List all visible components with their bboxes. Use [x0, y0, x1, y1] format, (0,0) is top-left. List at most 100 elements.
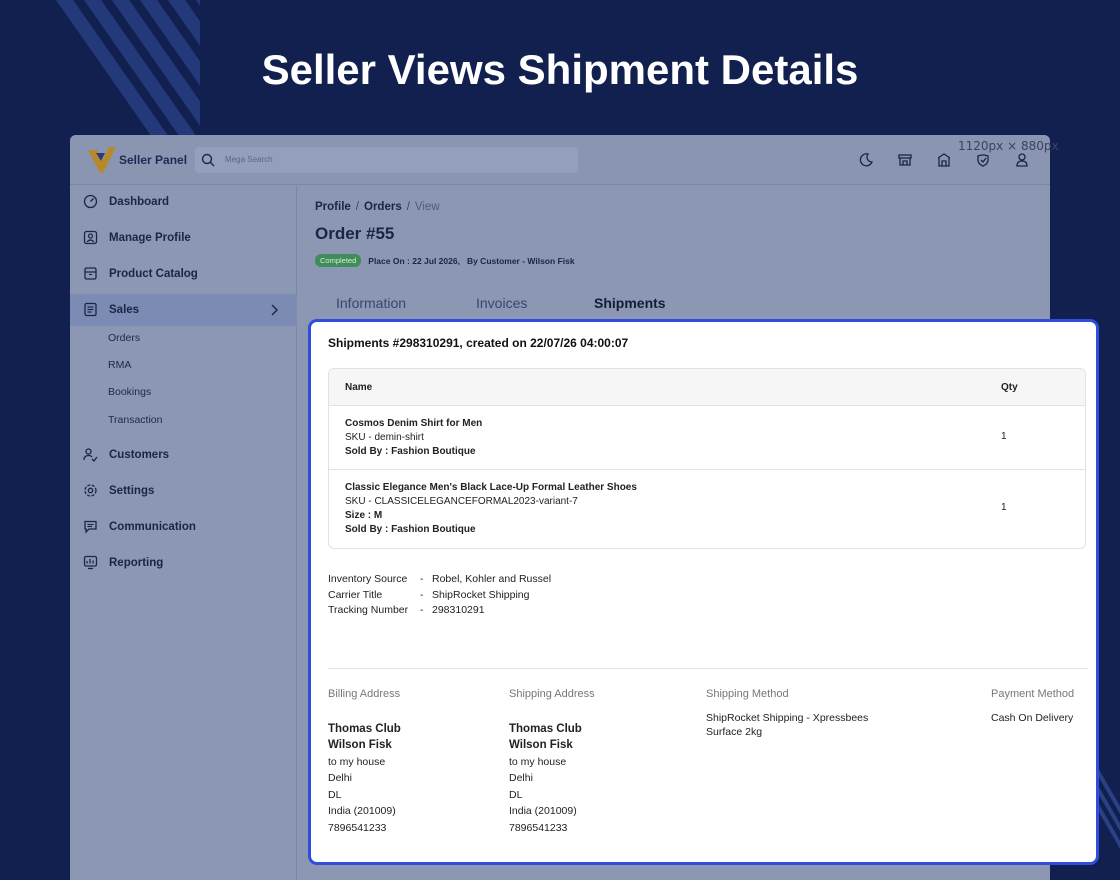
dimension-label: 1120px × 880px — [958, 139, 1059, 153]
tracking-number-row: Tracking Number -298310291 — [328, 604, 485, 616]
payment-method-value: Cash On Delivery — [991, 711, 1074, 724]
shipping-line: DL — [509, 788, 523, 801]
item-details: Cosmos Denim Shirt for Men SKU - demin-s… — [345, 417, 482, 459]
moon-icon[interactable] — [858, 152, 874, 168]
page-title: Seller Views Shipment Details — [261, 46, 859, 93]
item-qty: 1 — [1001, 431, 1007, 442]
breadcrumb-orders[interactable]: Orders — [364, 201, 402, 213]
billing-line: 7896541233 — [328, 821, 387, 834]
column-name-header: Name — [345, 382, 373, 393]
search-input[interactable]: Mega Search — [195, 147, 578, 173]
payment-method: Payment Method Cash On Delivery — [991, 686, 1074, 725]
item-qty: 1 — [1001, 502, 1007, 513]
billing-company: Thomas Club — [328, 722, 401, 735]
billing-line: DL — [328, 788, 342, 801]
shipment-info: Inventory Source - Robel, Kohler and Russe… — [328, 572, 551, 619]
sidebar-item-label: Sales — [109, 304, 140, 316]
billing-address-heading: Billing Address — [328, 688, 401, 700]
sidebar-item-communication[interactable]: Communication — [70, 511, 297, 543]
sidebar-item-label: Customers — [109, 449, 170, 461]
status-badge: Completed — [315, 254, 362, 267]
search-placeholder: Mega Search — [225, 155, 273, 164]
sidebar-item-label: Communication — [109, 521, 196, 533]
breadcrumb: Profile / Orders / View — [315, 201, 440, 213]
item-name: Classic Elegance Men's Black Lace-Up For… — [345, 482, 637, 493]
item-size: Size : M — [345, 510, 383, 521]
order-meta: Completed Place On : 22 Jul 2026, By Cus… — [315, 254, 575, 267]
sidebar-item-product-catalog[interactable]: Product Catalog — [70, 258, 297, 290]
building-icon[interactable] — [936, 152, 952, 168]
top-bar: Seller Panel Mega Search — [70, 135, 1050, 185]
item-sku: SKU - demin-shirt — [345, 432, 424, 443]
divider — [328, 668, 1088, 669]
inventory-source-row: Inventory Source - Robel, Kohler and Russe… — [328, 573, 552, 585]
box-icon — [84, 267, 97, 280]
sidebar-item-settings[interactable]: Settings — [70, 475, 297, 507]
store-icon[interactable] — [897, 152, 913, 168]
shipping-line: India (201009) — [509, 805, 577, 817]
billing-line: to my house — [328, 755, 386, 768]
brand-name: Seller Panel — [119, 153, 188, 167]
billing-line: Delhi — [328, 772, 352, 784]
sidebar-subitem-rma[interactable]: RMA — [108, 359, 131, 371]
chat-icon — [84, 520, 97, 534]
sidebar: Dashboard Manage Profile Product Catalog… — [70, 186, 297, 880]
customers-icon — [83, 448, 98, 462]
tab-invoices[interactable]: Invoices — [476, 295, 527, 311]
sidebar-item-label: Settings — [109, 485, 155, 497]
gauge-icon — [83, 194, 98, 209]
shipping-line: 7896541233 — [509, 821, 568, 834]
tab-shipments[interactable]: Shipments — [594, 295, 666, 311]
tab-information[interactable]: Information — [336, 295, 406, 311]
sidebar-item-manage-profile[interactable]: Manage Profile — [70, 222, 297, 254]
item-details: Classic Elegance Men's Black Lace-Up For… — [345, 481, 637, 537]
shipping-method-heading: Shipping Method — [706, 688, 789, 700]
sidebar-subitem-bookings[interactable]: Bookings — [108, 386, 151, 398]
sidebar-item-label: Product Catalog — [109, 268, 198, 280]
shipping-method-line2: Surface 2kg — [706, 725, 763, 738]
shield-icon[interactable] — [975, 152, 991, 168]
table-row: Classic Elegance Men's Black Lace-Up For… — [329, 470, 1085, 548]
shipping-line: to my house — [509, 755, 567, 768]
logo-icon — [88, 147, 116, 173]
sidebar-subitem-orders[interactable]: Orders — [108, 332, 140, 344]
shipping-address: Shipping Address Thomas Club Wilson Fisk… — [509, 686, 595, 836]
item-name: Cosmos Denim Shirt for Men — [345, 418, 483, 429]
report-icon — [83, 555, 98, 570]
shipping-method-line1: ShipRocket Shipping - Xpressbees — [706, 711, 869, 724]
shipping-address-heading: Shipping Address — [509, 688, 595, 700]
sidebar-item-dashboard[interactable]: Dashboard — [70, 186, 297, 218]
sidebar-item-label: Dashboard — [109, 196, 170, 208]
item-sku: SKU - CLASSICELEGANCEFORMAL2023-variant-… — [345, 496, 578, 507]
billing-line: India (201009) — [328, 805, 396, 817]
shipment-items-table: Name Qty Cosmos Denim Shirt for Men SKU … — [328, 368, 1086, 549]
table-header: Name Qty — [329, 369, 1085, 406]
shipping-company: Thomas Club — [509, 722, 582, 735]
search-icon — [201, 153, 215, 167]
breadcrumb-profile[interactable]: Profile — [315, 201, 351, 213]
shipment-details-card: Shipments #298310291, created on 22/07/2… — [308, 319, 1099, 865]
carrier-title-row: Carrier Title - ShipRocket Shipping — [328, 588, 530, 601]
breadcrumb-view: View — [414, 201, 440, 213]
sidebar-item-sales[interactable]: Sales — [70, 294, 297, 326]
profile-icon — [83, 230, 98, 245]
sidebar-item-customers[interactable]: Customers — [70, 439, 297, 471]
payment-method-heading: Payment Method — [991, 688, 1075, 700]
user-icon[interactable] — [1014, 152, 1030, 168]
shipping-name: Wilson Fisk — [509, 739, 573, 751]
column-qty-header: Qty — [1001, 382, 1018, 393]
shipping-method: Shipping Method ShipRocket Shipping - Xp… — [706, 686, 868, 739]
table-row: Cosmos Denim Shirt for Men SKU - demin-s… — [329, 406, 1085, 470]
sidebar-subitem-transaction[interactable]: Transaction — [108, 414, 162, 426]
placed-on: Place On : 22 Jul 2026, — [368, 255, 460, 266]
sidebar-item-reporting[interactable]: Reporting — [70, 547, 297, 579]
chevron-right-icon — [271, 304, 278, 316]
shipping-line: Delhi — [509, 772, 533, 784]
receipt-icon — [84, 302, 97, 317]
item-sold-by: Sold By : Fashion Boutique — [345, 524, 476, 535]
sidebar-item-label: Reporting — [109, 557, 164, 569]
billing-name: Wilson Fisk — [328, 739, 392, 751]
order-title: Order #55 — [315, 224, 395, 243]
billing-address: Billing Address Thomas Club Wilson Fisk … — [328, 686, 401, 836]
shipment-heading: Shipments #298310291, created on 22/07/2… — [328, 336, 629, 350]
